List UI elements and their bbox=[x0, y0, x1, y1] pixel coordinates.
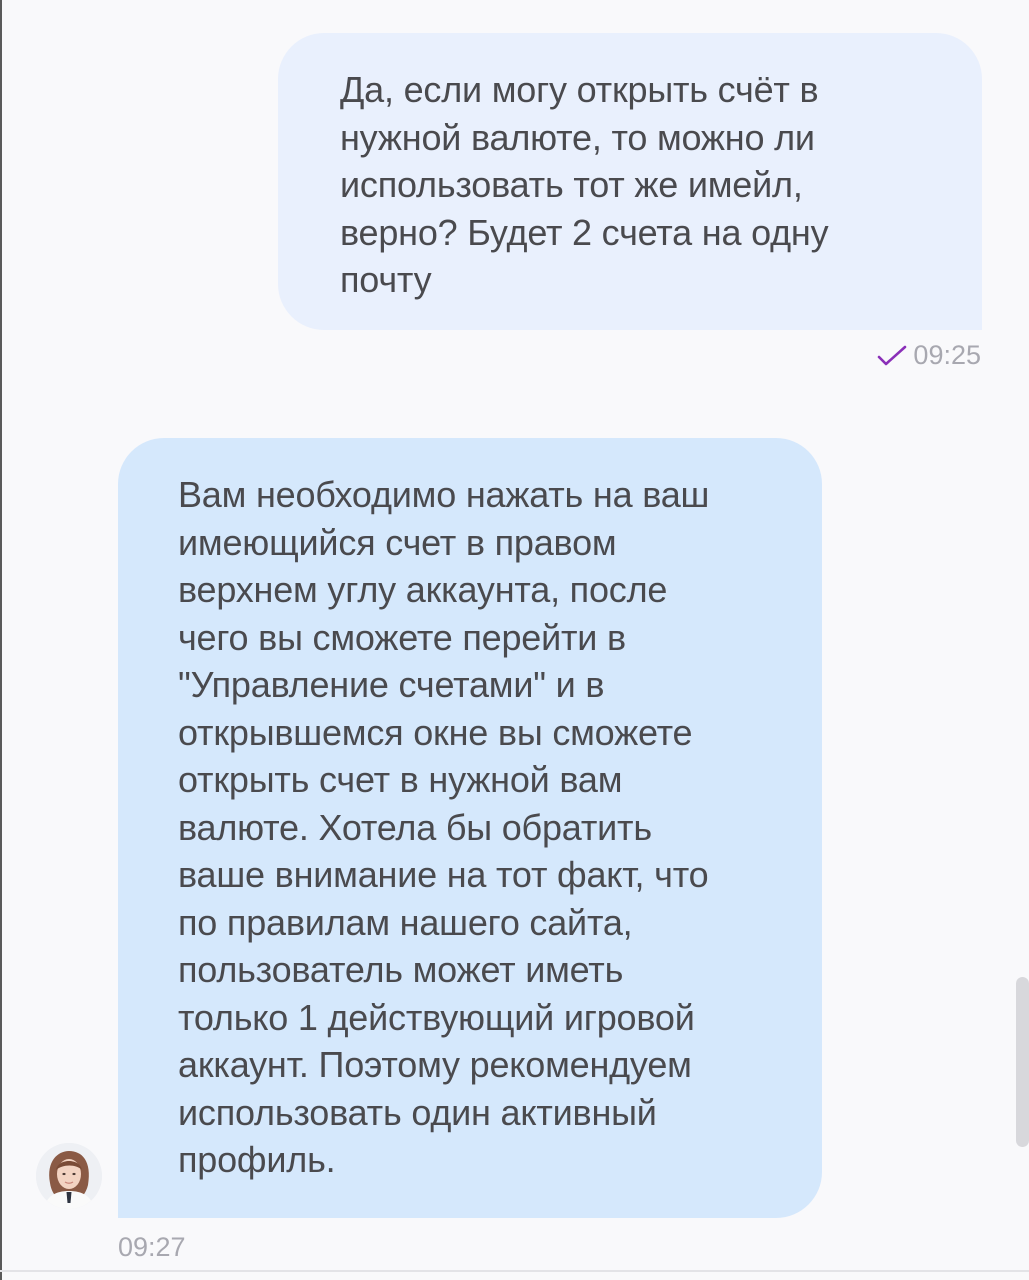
outgoing-message-bubble[interactable]: Да, если могу открыть счёт в нужной валю… bbox=[278, 33, 982, 330]
bottom-divider bbox=[0, 1270, 1029, 1272]
outgoing-message-text: Да, если могу открыть счёт в нужной валю… bbox=[340, 69, 829, 300]
outgoing-message-time: 09:25 bbox=[913, 340, 981, 370]
agent-avatar-icon bbox=[36, 1143, 102, 1209]
outgoing-message-meta: 09:25 bbox=[877, 340, 981, 371]
scrollbar-thumb[interactable] bbox=[1016, 977, 1029, 1147]
check-icon bbox=[878, 345, 907, 365]
agent-avatar[interactable] bbox=[36, 1143, 102, 1209]
incoming-message-bubble[interactable]: Вам необходимо нажать на ваш имеющийся с… bbox=[118, 438, 822, 1218]
chat-area[interactable]: Да, если могу открыть счёт в нужной валю… bbox=[2, 0, 1029, 1270]
incoming-message-time: 09:27 bbox=[118, 1232, 186, 1262]
incoming-message-text: Вам необходимо нажать на ваш имеющийся с… bbox=[178, 474, 710, 1180]
